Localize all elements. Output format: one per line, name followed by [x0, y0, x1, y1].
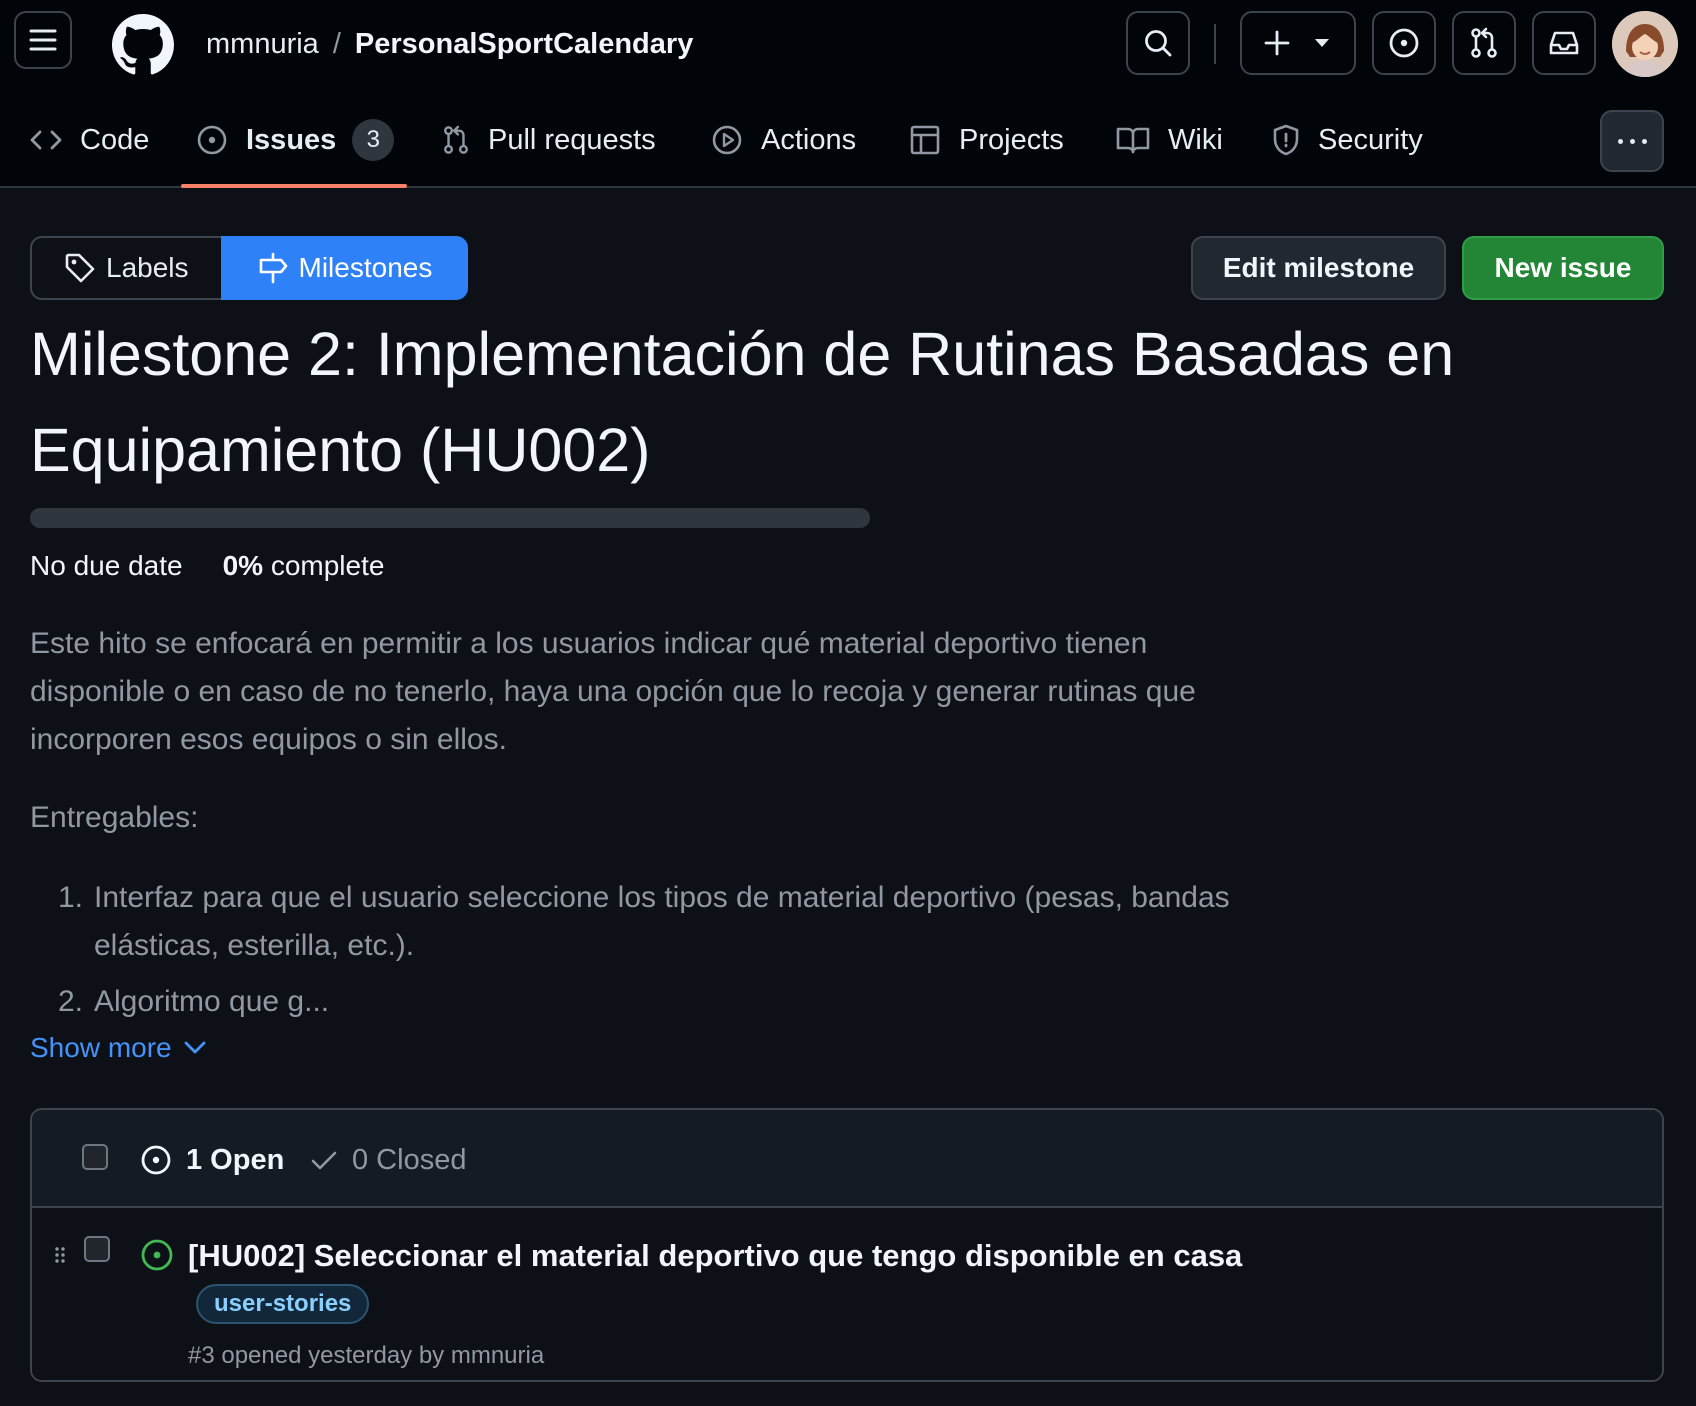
- avatar-icon: [1612, 11, 1678, 77]
- tab-pull-requests-label: Pull requests: [488, 123, 656, 156]
- table-row[interactable]: [HU002] Seleccionar el material deportiv…: [32, 1210, 1662, 1380]
- search-button[interactable]: [1126, 11, 1190, 75]
- pull-requests-shortcut-button[interactable]: [1452, 11, 1516, 75]
- tab-actions[interactable]: Actions: [711, 118, 856, 162]
- kebab-dot-icon: [1617, 138, 1623, 144]
- issue-checkbox[interactable]: [84, 1236, 110, 1262]
- due-date: No due date: [30, 550, 183, 581]
- top-bar: mmnuria / PersonalSportCalendary: [0, 0, 1696, 90]
- issues-list: 1 Open 0 Closed [HU002] Seleccionar el m…: [30, 1108, 1664, 1382]
- tab-projects-label: Projects: [959, 123, 1064, 156]
- labels-button-label: Labels: [106, 252, 189, 283]
- tab-code[interactable]: Code: [30, 118, 149, 162]
- tab-actions-label: Actions: [761, 123, 857, 156]
- tag-icon: [65, 253, 95, 283]
- app-header: mmnuria / PersonalSportCalendary Code Is…: [0, 0, 1696, 188]
- triangle-down-icon: [1315, 39, 1329, 47]
- milestone-title: Milestone 2: Implementación de Rutinas B…: [30, 320, 1455, 484]
- table-icon: [910, 125, 940, 155]
- list-item-number: 1.: [58, 881, 84, 914]
- issue-meta: #3 opened yesterday by mmnuria: [188, 1342, 545, 1369]
- tab-projects[interactable]: Projects: [909, 118, 1064, 162]
- closed-issues-label: 0 Closed: [352, 1143, 467, 1176]
- issues-shortcut-button[interactable]: [1372, 11, 1436, 75]
- shield-icon: [1273, 124, 1299, 156]
- tab-security[interactable]: Security: [1272, 118, 1423, 162]
- milestones-button[interactable]: Milestones: [220, 236, 469, 300]
- tab-issues[interactable]: Issues 3: [196, 118, 395, 162]
- repo-tabs: Code Issues 3 Pull requests Actions Proj…: [0, 100, 1696, 188]
- tab-security-label: Security: [1318, 123, 1423, 156]
- play-icon: [712, 125, 742, 155]
- deliverables-list: 1. Interfaz para que el usuario seleccio…: [30, 874, 1270, 1026]
- search-icon: [1145, 30, 1172, 57]
- inbox-button[interactable]: [1532, 11, 1596, 75]
- breadcrumb-owner[interactable]: mmnuria: [206, 28, 319, 60]
- more-tabs-button[interactable]: [1600, 110, 1664, 172]
- issue-opened-icon: [141, 1145, 171, 1175]
- list-item: 1. Interfaz para que el usuario seleccio…: [30, 874, 1270, 970]
- list-item-number: 2.: [58, 985, 84, 1018]
- completion-label: complete: [270, 550, 385, 581]
- labels-milestones-switcher: Labels Milestones: [30, 236, 469, 300]
- show-more-link[interactable]: Show more: [30, 1028, 206, 1068]
- list-item-text: Algoritmo que g...: [94, 985, 330, 1018]
- milestones-button-label: Milestones: [298, 252, 433, 283]
- kebab-dot-icon: [1641, 138, 1647, 144]
- breadcrumb-repo[interactable]: PersonalSportCalendary: [355, 28, 693, 60]
- milestone-description: Este hito se enfocará en permitir a los …: [30, 627, 1196, 756]
- chevron-down-icon: [184, 1041, 206, 1054]
- issue-label[interactable]: user-stories: [196, 1284, 370, 1324]
- edit-milestone-button[interactable]: Edit milestone: [1191, 236, 1446, 300]
- tab-wiki[interactable]: Wiki: [1116, 118, 1223, 162]
- show-more-label: Show more: [30, 1032, 172, 1063]
- milestone-icon: [259, 252, 287, 284]
- inbox-icon: [1549, 31, 1579, 55]
- tab-code-label: Code: [80, 123, 150, 156]
- milestone-meta: No due date 0% complete: [30, 546, 384, 586]
- tab-issues-label: Issues: [246, 123, 337, 156]
- hamburger-icon: [29, 29, 57, 51]
- plus-icon: [1264, 30, 1290, 56]
- issues-list-header: 1 Open 0 Closed: [32, 1110, 1662, 1208]
- open-issues-filter[interactable]: 1 Open: [140, 1140, 284, 1180]
- breadcrumb-separator: /: [332, 28, 341, 60]
- menu-button[interactable]: [14, 11, 72, 69]
- check-icon: [311, 1151, 337, 1170]
- issue-title: [HU002] Seleccionar el material deportiv…: [188, 1232, 1248, 1328]
- closed-issues-filter[interactable]: 0 Closed: [310, 1140, 466, 1180]
- grabber-icon[interactable]: [54, 1246, 66, 1264]
- deliverables-heading: Entregables:: [30, 801, 199, 834]
- kebab-dot-icon: [1629, 138, 1635, 144]
- select-all-checkbox[interactable]: [82, 1144, 108, 1170]
- labels-button[interactable]: Labels: [30, 236, 221, 300]
- new-issue-button[interactable]: New issue: [1462, 236, 1664, 300]
- completion: 0% complete: [223, 546, 385, 586]
- avatar[interactable]: [1612, 11, 1678, 77]
- active-tab-underline: [181, 184, 407, 188]
- issue-title-link[interactable]: [HU002] Seleccionar el material deportiv…: [188, 1238, 1242, 1273]
- github-logo-icon[interactable]: [112, 14, 174, 76]
- create-new-button[interactable]: [1240, 11, 1356, 75]
- milestone-progress-bar: [30, 508, 870, 528]
- issue-opened-icon: [141, 1239, 173, 1271]
- code-icon: [30, 130, 62, 150]
- list-item-text: Interfaz para que el usuario seleccione …: [94, 881, 1230, 962]
- issue-opened-icon: [1389, 28, 1419, 58]
- open-issues-label: 1 Open: [186, 1143, 285, 1176]
- tab-wiki-label: Wiki: [1168, 123, 1223, 156]
- completion-percent: 0%: [222, 550, 264, 581]
- issues-counter: 3: [352, 119, 395, 161]
- issue-opened-icon: [197, 125, 227, 155]
- git-pull-request-icon: [444, 125, 468, 154]
- list-item: 2. Algoritmo que g...: [30, 978, 1270, 1026]
- tab-pull-requests[interactable]: Pull requests: [442, 118, 656, 162]
- git-pull-request-icon: [1471, 27, 1497, 58]
- breadcrumb: mmnuria / PersonalSportCalendary: [206, 26, 693, 62]
- book-icon: [1116, 127, 1150, 154]
- header-divider: [1214, 24, 1216, 64]
